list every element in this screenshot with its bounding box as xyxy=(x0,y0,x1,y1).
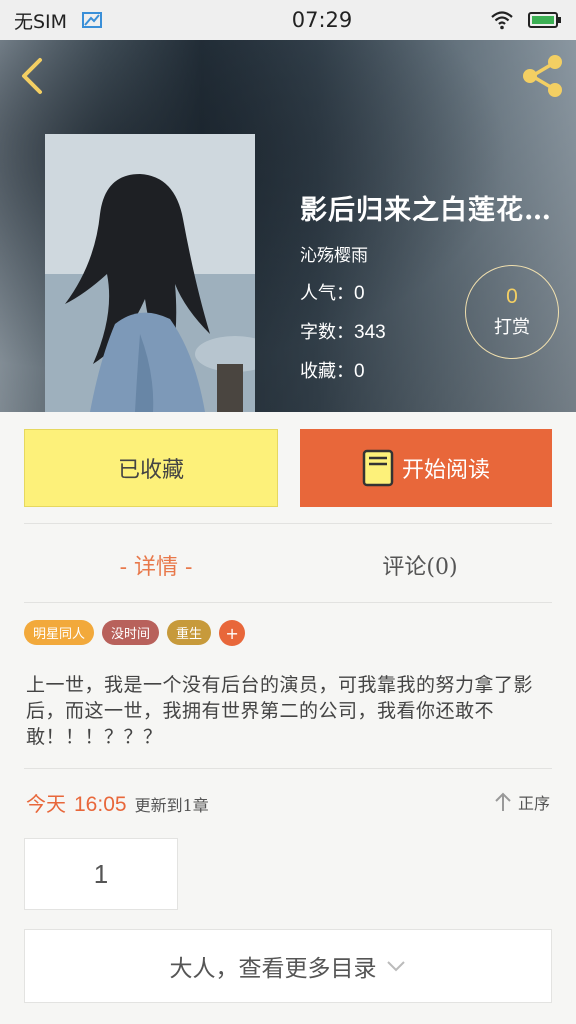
tip-button[interactable]: 0 打赏 xyxy=(465,265,559,359)
book-icon xyxy=(362,449,394,487)
collected-button[interactable]: 已收藏 xyxy=(24,429,278,507)
tab-details[interactable]: - 详情 - xyxy=(24,545,288,585)
more-toc-button[interactable]: 大人，查看更多目录 xyxy=(24,929,552,1003)
share-button[interactable] xyxy=(520,54,566,98)
more-toc-label: 大人，查看更多目录 xyxy=(169,956,377,982)
update-info: 今天 16:05 更新到1章 xyxy=(26,788,209,817)
collected-label: 已收藏 xyxy=(117,458,184,483)
tag-item[interactable]: 重生 xyxy=(167,620,212,645)
tag-list: 明星同人 没时间 重生 + xyxy=(24,620,246,646)
start-reading-label: 开始阅读 xyxy=(401,458,490,483)
stat-value: 0 xyxy=(354,361,365,382)
book-author[interactable]: 沁殇樱雨 xyxy=(300,241,554,266)
stat-label: 人气： xyxy=(300,283,354,304)
stat-value: 343 xyxy=(354,322,386,343)
tab-comments[interactable]: 评论(0) xyxy=(288,545,552,585)
tag-item[interactable]: 明星同人 xyxy=(24,620,95,645)
clock: 07:29 xyxy=(291,8,353,32)
no-signal-icon xyxy=(81,10,103,30)
divider xyxy=(24,523,552,524)
carrier-label: 无SIM xyxy=(14,10,68,33)
tip-label: 打赏 xyxy=(494,317,530,338)
divider xyxy=(24,602,552,603)
chapter-item[interactable]: 1 xyxy=(24,838,178,910)
tip-count: 0 xyxy=(506,285,518,308)
add-tag-button[interactable]: + xyxy=(219,620,246,646)
stat-label: 字数： xyxy=(300,322,354,343)
update-day: 今天 xyxy=(26,792,66,816)
back-button[interactable] xyxy=(14,56,50,96)
stat-favorites: 收藏：0 xyxy=(300,357,554,383)
battery-icon xyxy=(528,11,562,29)
update-text: 更新到1章 xyxy=(134,796,209,815)
stat-value: 0 xyxy=(354,283,365,304)
divider xyxy=(24,768,552,769)
chevron-down-icon xyxy=(386,961,405,972)
share-icon xyxy=(523,55,562,97)
cover-illustration xyxy=(45,134,255,412)
tag-item[interactable]: 没时间 xyxy=(102,620,160,645)
start-reading-button[interactable]: 开始阅读 xyxy=(300,429,552,507)
book-cover[interactable] xyxy=(45,134,255,412)
stat-label: 收藏： xyxy=(300,361,354,382)
sort-order-label: 正序 xyxy=(517,794,550,813)
update-time: 16:05 xyxy=(74,793,127,816)
wifi-icon xyxy=(490,10,514,30)
book-title: 影后归来之白莲花... xyxy=(300,195,554,226)
book-header: 影后归来之白莲花... 沁殇樱雨 人气：0 字数：343 收藏：0 0 打赏 xyxy=(0,40,576,412)
sort-order-button[interactable]: 正序 xyxy=(494,790,550,814)
book-synopsis: 上一世，我是一个没有后台的演员，可我靠我的努力拿了影后，而这一世，我拥有世界第二… xyxy=(26,674,534,748)
status-bar: 无SIM 07:29 xyxy=(0,0,576,40)
arrow-up-icon xyxy=(495,792,511,811)
back-arrow-icon xyxy=(22,58,42,94)
